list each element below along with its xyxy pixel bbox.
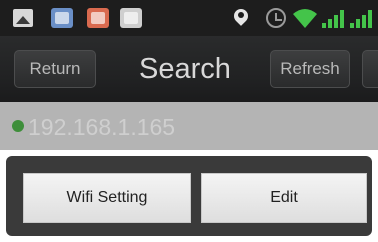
edit-button[interactable]: Edit (201, 173, 367, 223)
page-title: Search (139, 53, 231, 85)
refresh-button[interactable]: Refresh (270, 50, 350, 88)
device-ip-row[interactable]: 192.168.1.165 (0, 102, 378, 150)
location-pin-icon (234, 9, 248, 27)
app-notification-icon (120, 8, 142, 28)
alarm-icon (266, 8, 286, 28)
bottom-action-panel: Wifi Setting Edit (6, 156, 372, 236)
overflow-button[interactable] (362, 50, 378, 88)
signal-icon (350, 10, 372, 28)
app-notification-icon (51, 8, 73, 28)
device-ip-address: 192.168.1.165 (28, 114, 176, 140)
image-icon (13, 9, 33, 27)
signal-icon (322, 10, 344, 28)
wifi-icon (292, 6, 318, 30)
connection-status-icon (12, 120, 24, 132)
title-bar: Return Search Refresh (0, 36, 378, 102)
return-button[interactable]: Return (14, 50, 96, 88)
app-notification-icon (87, 8, 109, 28)
status-bar (0, 0, 378, 36)
wifi-setting-button[interactable]: Wifi Setting (23, 173, 191, 223)
